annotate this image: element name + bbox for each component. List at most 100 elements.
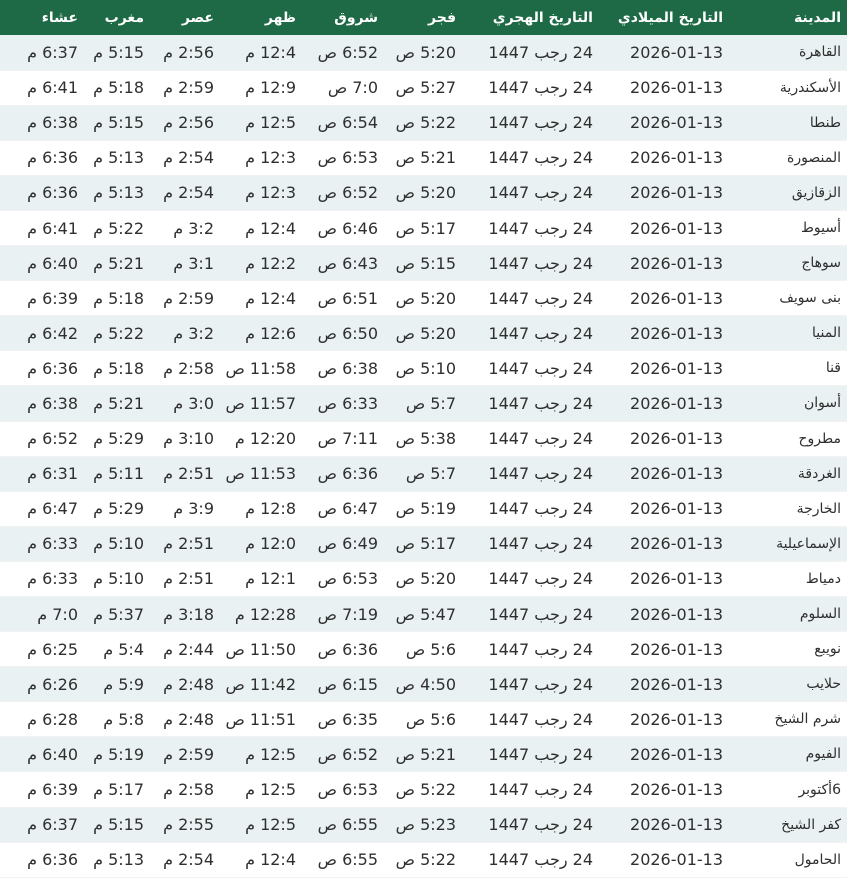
- cell-fajr: 5:21 ص: [384, 736, 462, 773]
- table-row: الزقازيق 2026-01-13 24 رجب 1447 5:20 ص 6:52 …: [0, 175, 847, 211]
- cell-gregorian-date: 2026-01-13: [599, 666, 729, 703]
- cell-city: الخارجة: [729, 491, 847, 527]
- table-row: السلوم 2026-01-13 24 رجب 1447 5:47 ص 7:19 ص1…: [0, 596, 847, 633]
- cell-isha: 6:47 م: [0, 491, 84, 527]
- cell-gregorian-date: 2026-01-13: [599, 385, 729, 422]
- cell-maghrib: 5:9 م: [84, 666, 150, 703]
- cell-fajr: 5:6 ص: [384, 701, 462, 738]
- cell-hijri-date: 24 رجب 1447: [462, 456, 599, 492]
- cell-dhuhr: 11:53 ص: [220, 456, 302, 492]
- cell-gregorian-date: 2026-01-13: [599, 280, 729, 317]
- table-row: المنصورة 2026-01-13 24 رجب 1447 5:21 ص 6:53 …: [0, 140, 847, 176]
- cell-asr: 2:59 م: [150, 280, 220, 317]
- table-header: المدينة التاريخ الميلادي التاريخ الهجري …: [0, 0, 847, 35]
- cell-fajr: 5:19 ص: [384, 491, 462, 527]
- cell-maghrib: 5:11 م: [84, 456, 150, 492]
- header-row: المدينة التاريخ الميلادي التاريخ الهجري …: [0, 0, 847, 35]
- cell-hijri-date: 24 رجب 1447: [462, 175, 599, 211]
- cell-dhuhr: 12:4 م: [220, 210, 302, 247]
- table-row: طنطا 2026-01-13 24 رجب 1447 5:22 ص 6:54 ص 12:…: [0, 105, 847, 141]
- cell-maghrib: 5:21 م: [84, 385, 150, 422]
- cell-shuruq: 6:53 ص: [302, 140, 384, 176]
- cell-hijri-date: 24 رجب 1447: [462, 245, 599, 282]
- cell-shuruq: 7:0 ص: [302, 70, 384, 106]
- cell-dhuhr: 12:5 م: [220, 771, 302, 808]
- table-row: الغردقة 2026-01-13 24 رجب 1447 5:7 ص 6:36 ص1…: [0, 456, 847, 492]
- cell-city: بنى سويف: [729, 280, 847, 317]
- cell-hijri-date: 24 رجب 1447: [462, 315, 599, 352]
- cell-hijri-date: 24 رجب 1447: [462, 526, 599, 562]
- cell-asr: 3:2 م: [150, 210, 220, 247]
- cell-hijri-date: 24 رجب 1447: [462, 280, 599, 317]
- cell-shuruq: 6:38 ص: [302, 350, 384, 387]
- cell-shuruq: 6:54 ص: [302, 105, 384, 141]
- cell-shuruq: 6:52 ص: [302, 736, 384, 773]
- cell-isha: 6:36 م: [0, 350, 84, 387]
- cell-dhuhr: 12:1 م: [220, 561, 302, 598]
- cell-asr: 2:55 م: [150, 807, 220, 843]
- cell-gregorian-date: 2026-01-13: [599, 245, 729, 282]
- cell-gregorian-date: 2026-01-13: [599, 631, 729, 668]
- cell-maghrib: 5:22 م: [84, 315, 150, 352]
- cell-shuruq: 6:49 ص: [302, 526, 384, 562]
- prayer-times-table: المدينة التاريخ الميلادي التاريخ الهجري …: [0, 0, 847, 878]
- cell-shuruq: 6:55 ص: [302, 842, 384, 878]
- cell-dhuhr: 11:51 ص: [220, 701, 302, 738]
- cell-isha: 6:37 م: [0, 35, 84, 71]
- cell-city: المنيا: [729, 315, 847, 352]
- cell-maghrib: 5:13 م: [84, 140, 150, 176]
- cell-asr: 2:59 م: [150, 736, 220, 773]
- header-gregorian-date: التاريخ الميلادي: [617, 9, 723, 26]
- cell-dhuhr: 12:5 م: [220, 736, 302, 773]
- cell-maghrib: 5:18 م: [84, 70, 150, 106]
- cell-maghrib: 5:4 م: [84, 631, 150, 668]
- cell-hijri-date: 24 رجب 1447: [462, 561, 599, 598]
- cell-asr: 2:44 م: [150, 631, 220, 668]
- cell-asr: 2:48 م: [150, 701, 220, 738]
- cell-hijri-date: 24 رجب 1447: [462, 666, 599, 703]
- table-row: شرم الشيخ 2026-01-13 24 رجب 1447 5:6 ص 6:35 …: [0, 701, 847, 738]
- cell-shuruq: 6:46 ص: [302, 210, 384, 247]
- cell-shuruq: 6:52 ص: [302, 175, 384, 211]
- cell-shuruq: 6:53 ص: [302, 771, 384, 808]
- cell-fajr: 5:20 ص: [384, 561, 462, 598]
- cell-maghrib: 5:29 م: [84, 491, 150, 527]
- cell-fajr: 5:17 ص: [384, 210, 462, 247]
- cell-maghrib: 5:18 م: [84, 350, 150, 387]
- cell-asr: 2:54 م: [150, 842, 220, 878]
- cell-shuruq: 6:50 ص: [302, 315, 384, 352]
- cell-gregorian-date: 2026-01-13: [599, 350, 729, 387]
- cell-asr: 2:54 م: [150, 175, 220, 211]
- cell-city: كفر الشيخ: [729, 807, 847, 843]
- cell-gregorian-date: 2026-01-13: [599, 736, 729, 773]
- cell-maghrib: 5:19 م: [84, 736, 150, 773]
- cell-isha: 6:38 م: [0, 105, 84, 141]
- cell-hijri-date: 24 رجب 1447: [462, 701, 599, 738]
- cell-maghrib: 5:29 م: [84, 421, 150, 457]
- cell-city: شرم الشيخ: [729, 701, 847, 738]
- cell-dhuhr: 12:5 م: [220, 105, 302, 141]
- cell-maghrib: 5:10 م: [84, 561, 150, 598]
- cell-hijri-date: 24 رجب 1447: [462, 105, 599, 141]
- cell-dhuhr: 12:9 م: [220, 70, 302, 106]
- cell-hijri-date: 24 رجب 1447: [462, 771, 599, 808]
- cell-maghrib: 5:15 م: [84, 807, 150, 843]
- cell-shuruq: 6:43 ص: [302, 245, 384, 282]
- cell-gregorian-date: 2026-01-13: [599, 315, 729, 352]
- cell-asr: 3:10 م: [150, 421, 220, 457]
- cell-isha: 6:52 م: [0, 421, 84, 457]
- table-row: القاهرة 2026-01-13 24 رجب 1447 5:20 ص 6:52 ص…: [0, 35, 847, 71]
- cell-hijri-date: 24 رجب 1447: [462, 421, 599, 457]
- cell-hijri-date: 24 رجب 1447: [462, 736, 599, 773]
- cell-city: الزقازيق: [729, 175, 847, 211]
- cell-dhuhr: 12:8 م: [220, 491, 302, 527]
- cell-isha: 6:26 م: [0, 666, 84, 703]
- cell-isha: 6:40 م: [0, 245, 84, 282]
- cell-dhuhr: 11:50 ص: [220, 631, 302, 668]
- cell-maghrib: 5:10 م: [84, 526, 150, 562]
- cell-maghrib: 5:15 م: [84, 35, 150, 71]
- cell-gregorian-date: 2026-01-13: [599, 105, 729, 141]
- table-row: الإسماعيلية 2026-01-13 24 رجب 1447 5:17 ص 6:…: [0, 526, 847, 562]
- cell-gregorian-date: 2026-01-13: [599, 175, 729, 211]
- table-row: نويبع 2026-01-13 24 رجب 1447 5:6 ص 6:36 ص 11:…: [0, 631, 847, 668]
